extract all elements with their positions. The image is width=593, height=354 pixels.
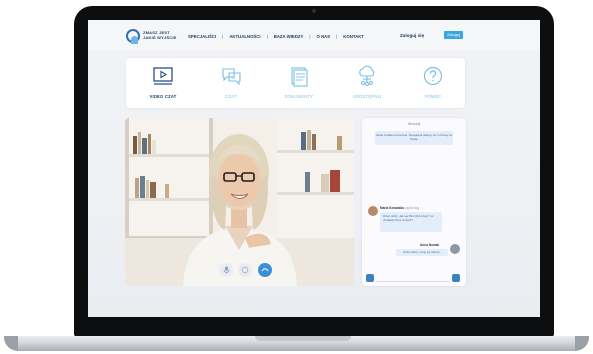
video-feed-image — [125, 118, 354, 286]
chat-bubbles-icon: 99 — [222, 68, 241, 86]
message-input[interactable] — [376, 275, 450, 282]
end-call-button[interactable] — [258, 263, 272, 277]
service-categories: VIDEO CZAT 99 CZAT DOKUMENTY UDOSTĘPNIJ … — [126, 58, 465, 108]
camera-button[interactable] — [238, 263, 252, 277]
documents-icon — [291, 67, 308, 87]
base-edge-left — [4, 336, 18, 351]
category-chat[interactable]: 99 CZAT — [198, 58, 264, 108]
video-call-area[interactable] — [125, 118, 354, 286]
microphone-icon — [223, 266, 229, 274]
message-bubble: Dzień dobry. Jak się Pani dziś czuje? Co… — [380, 212, 442, 232]
chat-panel: Wczoraj Sesja została rozpoczęta. Specja… — [362, 118, 466, 286]
category-video-chat[interactable]: VIDEO CZAT — [130, 58, 196, 108]
category-label: CZAT — [225, 94, 237, 99]
category-label: VIDEO CZAT — [149, 94, 177, 99]
top-navigation: ZMASZ JEST JAKIŚ WYJŚCIE SPECJALIŚCI | A… — [88, 20, 540, 50]
nav-separator: | — [336, 34, 338, 39]
cloud-share-icon — [359, 65, 375, 86]
website-screen: ZMASZ JEST JAKIŚ WYJŚCIE SPECJALIŚCI | A… — [88, 20, 540, 317]
camera-icon — [241, 266, 249, 274]
category-label: UDOSTĘPNIJ — [352, 94, 382, 99]
message-author-role: psycholog — [404, 206, 420, 210]
message-author-name: Maria Kowalska — [380, 206, 404, 210]
laptop-base — [4, 336, 589, 351]
system-message: Sesja została rozpoczęta. Specjalista do… — [375, 131, 453, 145]
microphone-button[interactable] — [219, 263, 233, 277]
avatar — [450, 244, 460, 254]
reply-author: Anna Nowak — [420, 243, 440, 247]
nav-item-baza-wiedzy[interactable]: BAZA WIEDZY — [274, 34, 304, 39]
brand-logo-icon[interactable] — [126, 29, 140, 44]
laptop-mockup: ZMASZ JEST JAKIŚ WYJŚCIE SPECJALIŚCI | A… — [0, 0, 593, 354]
attach-icon[interactable] — [366, 274, 374, 282]
category-share[interactable]: UDOSTĘPNIJ — [334, 58, 400, 108]
help-icon — [423, 66, 443, 86]
chat-date-header: Wczoraj — [407, 122, 421, 126]
nav-item-aktualnosci[interactable]: AKTUALNOŚCI — [229, 34, 260, 39]
send-icon[interactable] — [452, 274, 460, 282]
category-label: POMOC — [424, 94, 442, 99]
nav-separator: | — [266, 34, 268, 39]
reply-bubble: Dzień dobry, czuję się dobrze. — [396, 249, 448, 256]
brand-line-2: JAKIŚ WYJŚCIE — [143, 35, 177, 40]
base-edge-right — [575, 336, 589, 351]
avatar — [368, 206, 378, 216]
video-icon — [153, 67, 173, 85]
login-button[interactable]: Zaloguj — [444, 31, 463, 39]
signin-label[interactable]: Zaloguj się — [400, 33, 424, 38]
category-help[interactable]: POMOC — [400, 58, 466, 108]
category-documents[interactable]: DOKUMENTY — [266, 58, 332, 108]
nav-separator: | — [222, 34, 224, 39]
chat-input-bar — [366, 274, 462, 283]
nav-item-kontakt[interactable]: KONTAKT — [343, 34, 364, 39]
base-notch — [255, 336, 351, 341]
nav-separator: | — [309, 34, 311, 39]
svg-text:99: 99 — [231, 75, 236, 80]
nav-item-specjalisci[interactable]: SPECJALIŚCI — [188, 34, 216, 39]
brand-name[interactable]: ZMASZ JEST JAKIŚ WYJŚCIE — [143, 30, 177, 40]
category-label: DOKUMENTY — [284, 94, 314, 99]
message-author: Maria Kowalska psycholog — [380, 206, 419, 210]
main-menu: SPECJALIŚCI | AKTUALNOŚCI | BAZA WIEDZY … — [188, 34, 364, 39]
phone-icon — [261, 268, 269, 272]
webcam — [312, 9, 316, 13]
nav-item-o-nas[interactable]: O NAS — [317, 34, 331, 39]
